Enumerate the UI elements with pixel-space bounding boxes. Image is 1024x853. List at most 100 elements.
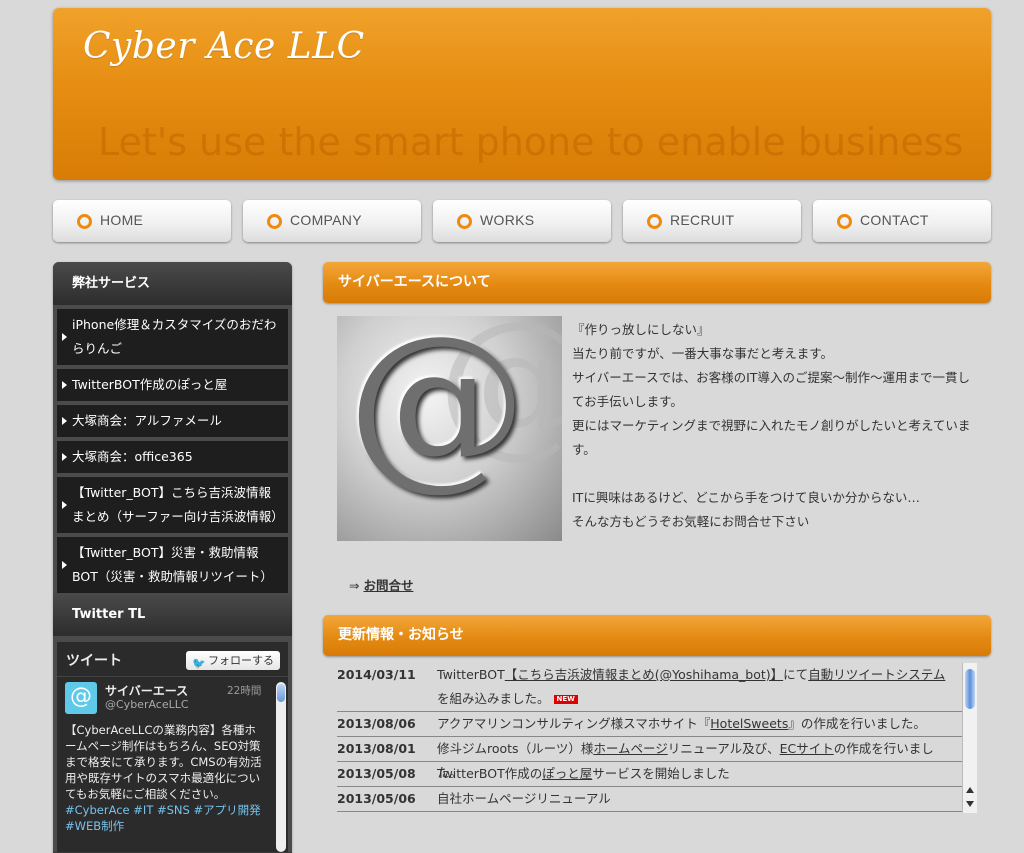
avatar[interactable]: @ [65,682,97,714]
twitter-box: Twitter TL ツイート 🐦 フォローする @ サイバーエース @Cybe… [53,593,292,853]
news-text: TwitterBOT作成のぽっと屋サービスを開始しました [437,762,957,786]
about-text: 『作りっ放しにしない』 当たり前ですが、一番大事な事だと考えます。 サイバーエー… [572,318,977,534]
news-link[interactable]: 【こちら吉浜波情報まとめ(@Yoshihama_bot)】 [505,667,783,682]
about-image: @ @ [337,316,562,541]
news-text-part: TwitterBOT [437,667,505,682]
header-tagline: Let's use the smart phone to enable busi… [98,120,964,164]
service-link[interactable]: TwitterBOT作成のぽっと屋 [57,369,288,401]
service-link[interactable]: 【Twitter_BOT】災害・救助情報BOT（災害・救助情報リツイート） [57,537,288,593]
tweet-hashtags[interactable]: #CyberAce #IT #SNS #アプリ開発 #WEB制作 [65,803,261,833]
news-text-part: を組み込みました。 [437,691,550,706]
follow-label: フォローする [208,654,274,667]
site-header: Cyber Ace LLC Let's use the smart phone … [53,8,991,180]
nav-label: RECRUIT [670,212,735,228]
scrollbar-thumb[interactable] [277,684,285,702]
about-line: 当たり前ですが、一番大事な事だと考えます。 [572,346,834,361]
service-label: 大塚商会：アルファメール [72,413,222,428]
about-line: そんな方もどうぞお気軽にお問合せ下さい [572,514,810,529]
news-text-part: アクアマリンコンサルティング様スマホサイト『 [437,716,711,731]
news-date: 2013/05/08 [337,766,416,781]
follow-button[interactable]: 🐦 フォローする [186,651,280,670]
news-item: 2014/03/11 TwitterBOT【こちら吉浜波情報まとめ(@Yoshi… [337,663,977,712]
news-text-part: 自社ホームページリニューアル [437,791,611,806]
site-logo[interactable]: Cyber Ace LLC [83,26,365,67]
tweet-author-name[interactable]: サイバーエース [105,682,188,699]
nav-label: COMPANY [290,212,362,228]
arrow-right-icon [62,501,67,509]
arrow-right-icon [62,453,67,461]
news-link[interactable]: ぽっと屋 [542,766,592,781]
about-line: ITに興味はあるけど、どこから手をつけて良いか分からない… [572,490,920,505]
nav-works-button[interactable]: WORKS [433,200,611,242]
twitter-timeline: ツイート 🐦 フォローする @ サイバーエース @CyberAceLLC 22時… [57,642,288,852]
news-link[interactable]: ホームページ [593,741,667,756]
news-date: 2013/08/06 [337,716,416,731]
about-line [572,462,977,486]
news-text-part: にて [783,667,809,682]
nav-label: HOME [100,212,144,228]
news-item: 2013/08/06 アクアマリンコンサルティング様スマホサイト『HotelSw… [337,712,977,737]
about-section-title: サイバーエースについて [323,262,991,303]
service-link[interactable]: 大塚商会：アルファメール [57,405,288,437]
about-line: 『作りっ放しにしない』 [572,322,710,337]
service-label: TwitterBOT作成のぽっと屋 [72,377,228,392]
news-section-title: 更新情報・お知らせ [323,615,991,656]
nav-company-button[interactable]: COMPANY [243,200,421,242]
tweet-text: 【CyberAceLLCの業務内容】各種ホームページ制作はもちろん、SEO対策ま… [65,722,265,834]
news-scrollbar[interactable] [962,663,977,813]
tweet-author-handle[interactable]: @CyberAceLLC [105,698,189,711]
circle-bullet-icon [457,214,472,229]
service-label: 大塚商会：office365 [72,449,193,464]
inquiry-link[interactable]: お問合せ [363,578,413,593]
tweet-timestamp[interactable]: 22時間 [227,683,261,698]
services-box: 弊社サービス iPhone修理＆カスタマイズのおだわらりんご TwitterBO… [53,262,292,597]
arrow-right-icon [62,381,67,389]
scroll-down-icon[interactable] [966,801,974,807]
twitter-bird-icon: 🐦 [192,657,206,670]
arrow-right-icon [62,417,67,425]
nav-contact-button[interactable]: CONTACT [813,200,991,242]
inquiry-link-row: ⇒ お問合せ [349,575,413,594]
main-nav: HOME COMPANY WORKS RECRUIT CONTACT [53,200,992,242]
circle-bullet-icon [647,214,662,229]
news-list: 2014/03/11 TwitterBOT【こちら吉浜波情報まとめ(@Yoshi… [337,663,977,813]
scroll-up-icon[interactable] [966,787,974,793]
services-list: iPhone修理＆カスタマイズのおだわらりんご TwitterBOT作成のぽっと… [53,305,292,597]
news-text-part: TwitterBOT作成の [437,766,543,781]
news-text: TwitterBOT【こちら吉浜波情報まとめ(@Yoshihama_bot)】に… [437,663,957,711]
service-link[interactable]: 【Twitter_BOT】こちら吉浜波情報まとめ（サーファー向け吉浜波情報） [57,477,288,533]
nav-recruit-button[interactable]: RECRUIT [623,200,801,242]
service-label: 【Twitter_BOT】こちら吉浜波情報まとめ（サーファー向け吉浜波情報） [72,485,284,524]
news-text: 自社ホームページリニューアル [437,787,957,811]
circle-bullet-icon [267,214,282,229]
news-date: 2014/03/11 [337,667,416,682]
nav-label: WORKS [480,212,535,228]
circle-bullet-icon [77,214,92,229]
news-text: アクアマリンコンサルティング様スマホサイト『HotelSweets』の作成を行い… [437,712,957,736]
twitter-timeline-header: ツイート 🐦 フォローする [57,642,288,677]
service-link[interactable]: iPhone修理＆カスタマイズのおだわらりんご [57,309,288,365]
twitter-widget: ツイート 🐦 フォローする @ サイバーエース @CyberAceLLC 22時… [53,636,292,852]
nav-home-button[interactable]: HOME [53,200,231,242]
service-link[interactable]: 大塚商会：office365 [57,441,288,473]
news-date: 2013/08/01 [337,741,416,756]
news-item: 2013/05/08 TwitterBOT作成のぽっと屋サービスを開始しました [337,762,977,787]
at-symbol-image: @ [347,316,527,507]
news-date: 2013/05/06 [337,791,416,806]
news-text-part: リニューアル及び、 [667,741,780,756]
services-title: 弊社サービス [53,262,292,305]
inquiry-arrow: ⇒ [349,578,360,593]
news-text-part: サービスを開始しました [592,766,730,781]
news-link[interactable]: 自動リツイートシステム [808,667,945,682]
news-text-part: 修斗ジムroots（ルーツ）様 [437,741,594,756]
news-link[interactable]: HotelSweets [710,716,788,731]
about-line: 更にはマーケティングまで視野に入れたモノ創りがしたいと考えています。 [572,418,971,457]
service-label: 【Twitter_BOT】災害・救助情報BOT（災害・救助情報リツイート） [72,545,273,584]
nav-label: CONTACT [860,212,929,228]
arrow-right-icon [62,333,67,341]
service-label: iPhone修理＆カスタマイズのおだわらりんご [72,317,277,356]
news-link[interactable]: ECサイト [780,741,834,756]
twitter-scrollbar[interactable] [276,682,286,852]
scrollbar-thumb[interactable] [965,669,975,709]
news-item: 2013/05/06 自社ホームページリニューアル [337,787,977,812]
